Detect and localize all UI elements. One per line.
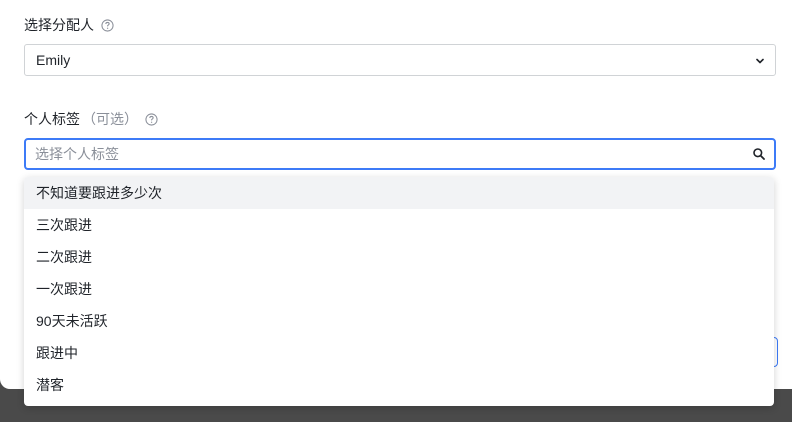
assignee-label: 选择分配人	[24, 17, 94, 33]
tags-search-input[interactable]	[35, 146, 725, 162]
tags-dropdown-menu: 不知道要跟进多少次 三次跟进 二次跟进 一次跟进 90天未活跃 跟进中 潜客	[24, 177, 774, 406]
search-icon	[752, 147, 766, 161]
tags-optional-note: （可选）	[82, 111, 138, 127]
dropdown-option[interactable]: 90天未活跃	[24, 305, 774, 337]
tags-search-field[interactable]	[24, 138, 776, 170]
dropdown-option[interactable]: 跟进中	[24, 337, 774, 369]
dropdown-option[interactable]: 一次跟进	[24, 273, 774, 305]
tags-label-row: 个人标签 （可选）	[24, 109, 159, 129]
chevron-down-icon	[754, 54, 766, 66]
assignee-selected-value: Emily	[36, 52, 71, 68]
question-circle-icon[interactable]	[144, 112, 159, 127]
dropdown-option[interactable]: 三次跟进	[24, 209, 774, 241]
dropdown-option[interactable]: 二次跟进	[24, 241, 774, 273]
tags-label: 个人标签	[24, 111, 80, 127]
assignee-label-row: 选择分配人	[24, 15, 115, 35]
assignee-select[interactable]: Emily	[24, 44, 776, 76]
dropdown-option[interactable]: 不知道要跟进多少次	[24, 177, 774, 209]
question-circle-icon[interactable]	[100, 18, 115, 33]
dropdown-option[interactable]: 潜客	[24, 369, 774, 401]
